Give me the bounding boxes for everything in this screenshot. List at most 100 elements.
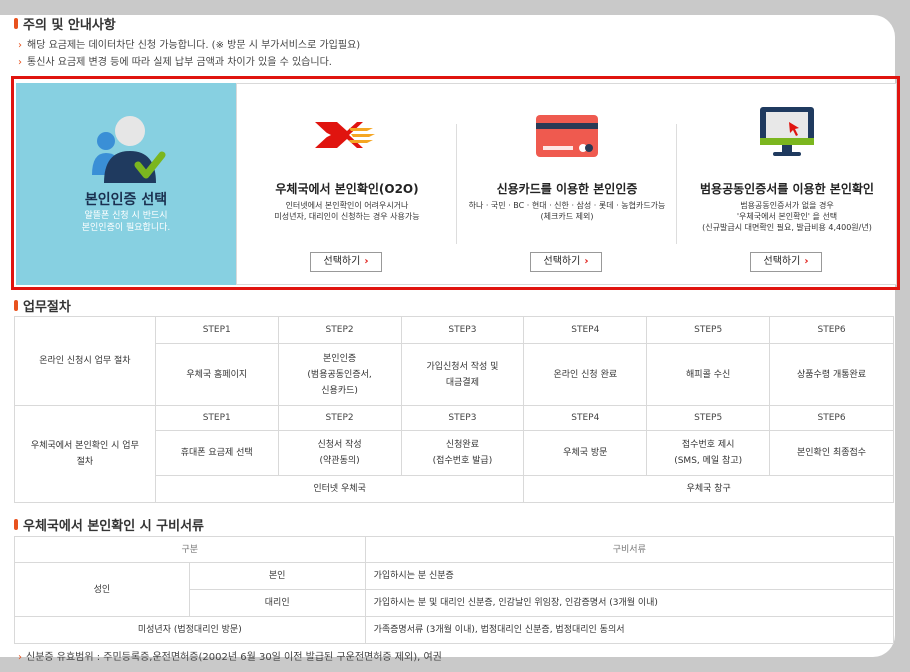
- option-desc: 범용공동인증서가 없을 경우 '우체국에서 본인확인' 을 선택 (신규발급시 …: [677, 200, 897, 233]
- cert-option-certificate: 범용공동인증서를 이용한 본인확인 범용공동인증서가 없을 경우 '우체국에서 …: [677, 84, 897, 284]
- step-desc-line: 온라인 신청 완료: [553, 369, 618, 380]
- page: 주의 및 안내사항 › 해당 요금제는 데이터차단 신청 가능합니다. (※ 방문…: [0, 0, 910, 672]
- button-label: 선택하기: [323, 256, 361, 267]
- cert-intro-sub-line2: 본인인증이 필요합니다.: [81, 223, 171, 233]
- step-desc-line: 가입신청서 작성 및: [426, 361, 499, 372]
- step-label: STEP1: [154, 316, 279, 344]
- online-process-label: 온라인 신청시 업무 절차: [14, 316, 156, 406]
- step-desc-line: 본인인증: [323, 353, 357, 364]
- chevron-right-icon: ›: [584, 256, 589, 267]
- step-label: STEP5: [646, 405, 771, 431]
- option-title: 범용공동인증서를 이용한 본인확인: [700, 182, 874, 196]
- step-label: STEP5: [646, 316, 771, 344]
- step-desc-line: 접수번호 제시: [681, 440, 735, 450]
- cert-option-credit-card: 신용카드를 이용한 본인인증 하나 · 국민 · BC · 현대 · 신한 · …: [457, 84, 677, 284]
- footnote-text: 신분증 유효범위 : 주민등록증,운전면허증(2002년 6월 30일 이전 발…: [26, 652, 442, 663]
- section-bullet: [14, 519, 18, 530]
- step-desc: 가입신청서 작성 및대금결제: [400, 343, 525, 406]
- step-desc-line: (약관동의): [319, 456, 360, 466]
- step-desc-line: (범용공동인증서,: [307, 369, 372, 380]
- docs-minor-label: 미성년자 (법정대리인 방문): [14, 616, 366, 644]
- post-process-label-line1: 우체국에서 본인확인 시 업무: [30, 441, 139, 451]
- arrow-icon: ›: [18, 652, 22, 663]
- step-label: STEP6: [769, 405, 894, 431]
- docs-col-documents: 구비서류: [364, 536, 895, 563]
- process-table: 온라인 신청시 업무 절차 STEP1 STEP2 STEP3 STEP4 ST…: [14, 316, 894, 503]
- chevron-right-icon: ›: [804, 256, 809, 267]
- step-label: STEP2: [277, 316, 402, 344]
- notice-line-2: › 통신사 요금제 변경 등에 따라 실제 납부 금액과 차이가 있을 수 있습니…: [18, 53, 332, 68]
- step-desc-line: (SMS, 메일 참고): [674, 456, 743, 466]
- option-desc: 하나 · 국민 · BC · 현대 · 신한 · 삼성 · 롯데 · 농협카드가…: [457, 200, 677, 222]
- step-desc-line: 상품수령 개통완료: [796, 369, 867, 380]
- notice-section-title: 주의 및 안내사항: [14, 14, 116, 33]
- docs-title: 우체국에서 본인확인 시 구비서류: [23, 519, 205, 534]
- chevron-right-icon: ›: [364, 256, 369, 267]
- step-desc-line: (접수번호 발급): [432, 456, 493, 466]
- docs-agent-value: 가입하시는 분 및 대리인 신분증, 인감날인 위임장, 인감증명서 (3개월 …: [364, 589, 895, 617]
- arrow-icon: ›: [18, 40, 22, 51]
- step-desc-line: 휴대폰 요금제 선택: [180, 448, 253, 458]
- table-row: 성인 본인 가입하시는 분 신분증: [14, 562, 895, 617]
- docs-agent-label: 대리인: [188, 589, 366, 617]
- section-bullet: [14, 300, 18, 311]
- step-desc: 우체국 방문: [523, 430, 648, 476]
- process-section-title: 업무절차: [14, 296, 71, 315]
- option-title: 우체국에서 본인확인(O2O): [275, 182, 419, 196]
- option-desc-line1: 범용공동인증서가 없을 경우: [740, 201, 834, 210]
- table-row: 온라인 신청시 업무 절차 STEP1 STEP2 STEP3 STEP4 ST…: [14, 316, 894, 406]
- step-desc-line: 신청완료: [445, 440, 479, 450]
- option-desc-line1: 하나 · 국민 · BC · 현대 · 신한 · 삼성 · 롯데 · 농협카드가…: [468, 201, 666, 210]
- post-group-counter: 우체국 창구: [523, 475, 894, 503]
- step-desc-line: 우체국 홈페이지: [186, 369, 248, 380]
- cert-intro-sub-line1: 알뜰폰 신청 시 반드시: [84, 211, 168, 221]
- option-desc-line1: 인터넷에서 본인확인이 어려우시거나: [285, 201, 409, 210]
- notice-line-1: › 해당 요금제는 데이터차단 신청 가능합니다. (※ 방문 시 부가서비스로 …: [18, 36, 360, 51]
- step-label: STEP1: [154, 405, 279, 431]
- step-desc-line: 본인확인 최종접수: [796, 448, 867, 458]
- notice-title: 주의 및 안내사항: [23, 18, 116, 33]
- select-credit-card-button[interactable]: 선택하기 ›: [530, 252, 602, 272]
- button-label: 선택하기: [543, 256, 581, 267]
- step-label: STEP4: [523, 405, 648, 431]
- credit-card-icon: [536, 115, 598, 157]
- table-row: 구분 구비서류: [14, 536, 895, 563]
- post-office-logo-icon: [315, 122, 375, 148]
- step-desc-line: 대금결제: [445, 377, 479, 388]
- step-desc-line: 해피콜 수신: [686, 369, 731, 380]
- option-desc: 인터넷에서 본인확인이 어려우시거나 미성년자, 대리인이 신청하는 경우 사용…: [237, 200, 457, 222]
- notice-text-2: 통신사 요금제 변경 등에 따라 실제 납부 금액과 차이가 있을 수 있습니다…: [27, 57, 332, 68]
- docs-table: 구분 구비서류 성인 본인 가입하시는 분 신분증 대리인 가입하시는 분 및 …: [14, 536, 895, 644]
- step-desc-line: 신용카드): [321, 385, 358, 396]
- post-process-label: 우체국에서 본인확인 시 업무절차: [14, 405, 156, 503]
- computer-certificate-icon: [760, 107, 814, 156]
- docs-col-category: 구분: [14, 536, 366, 563]
- select-certificate-button[interactable]: 선택하기 ›: [750, 252, 822, 272]
- step-desc: 우체국 홈페이지: [154, 343, 279, 406]
- process-title: 업무절차: [23, 300, 71, 315]
- notice-text-1: 해당 요금제는 데이터차단 신청 가능합니다. (※ 방문 시 부가서비스로 가…: [27, 40, 361, 51]
- docs-minor-value: 가족증명서류 (3개월 이내), 법정대리인 신분증, 법정대리인 동의서: [364, 616, 895, 644]
- docs-self-value: 가입하시는 분 신분증: [364, 562, 895, 590]
- select-post-office-button[interactable]: 선택하기 ›: [310, 252, 382, 272]
- step-desc: 휴대폰 요금제 선택: [154, 430, 279, 476]
- cert-intro-panel: 본인인증 선택 알뜰폰 신청 시 반드시 본인인증이 필요합니다.: [16, 83, 236, 285]
- step-label: STEP3: [400, 316, 525, 344]
- step-desc: 본인인증 (범용공동인증서, 신용카드): [277, 343, 402, 406]
- button-label: 선택하기: [763, 256, 801, 267]
- step-label: STEP3: [400, 405, 525, 431]
- cert-selection-box: 본인인증 선택 알뜰폰 신청 시 반드시 본인인증이 필요합니다. 우체국에서 …: [11, 76, 900, 290]
- post-process-label-line2: 절차: [76, 457, 94, 467]
- docs-adult-label: 성인: [14, 562, 190, 617]
- user-check-icon: [92, 116, 166, 183]
- option-desc-line2: 미성년자, 대리인이 신청하는 경우 사용가능: [274, 212, 420, 221]
- step-desc: 접수번호 제시 (SMS, 메일 참고): [646, 430, 771, 476]
- docs-self-label: 본인: [188, 562, 366, 590]
- section-bullet: [14, 18, 18, 29]
- post-group-internet: 인터넷 우체국: [154, 475, 525, 503]
- table-row: 미성년자 (법정대리인 방문) 가족증명서류 (3개월 이내), 법정대리인 신…: [14, 616, 895, 644]
- step-desc-line: 우체국 방문: [563, 448, 608, 458]
- step-desc: 신청서 작성 (약관동의): [277, 430, 402, 476]
- footnote: › 신분증 유효범위 : 주민등록증,운전면허증(2002년 6월 30일 이전 …: [18, 648, 442, 663]
- cert-intro-sub: 알뜰폰 신청 시 반드시 본인인증이 필요합니다.: [16, 210, 236, 234]
